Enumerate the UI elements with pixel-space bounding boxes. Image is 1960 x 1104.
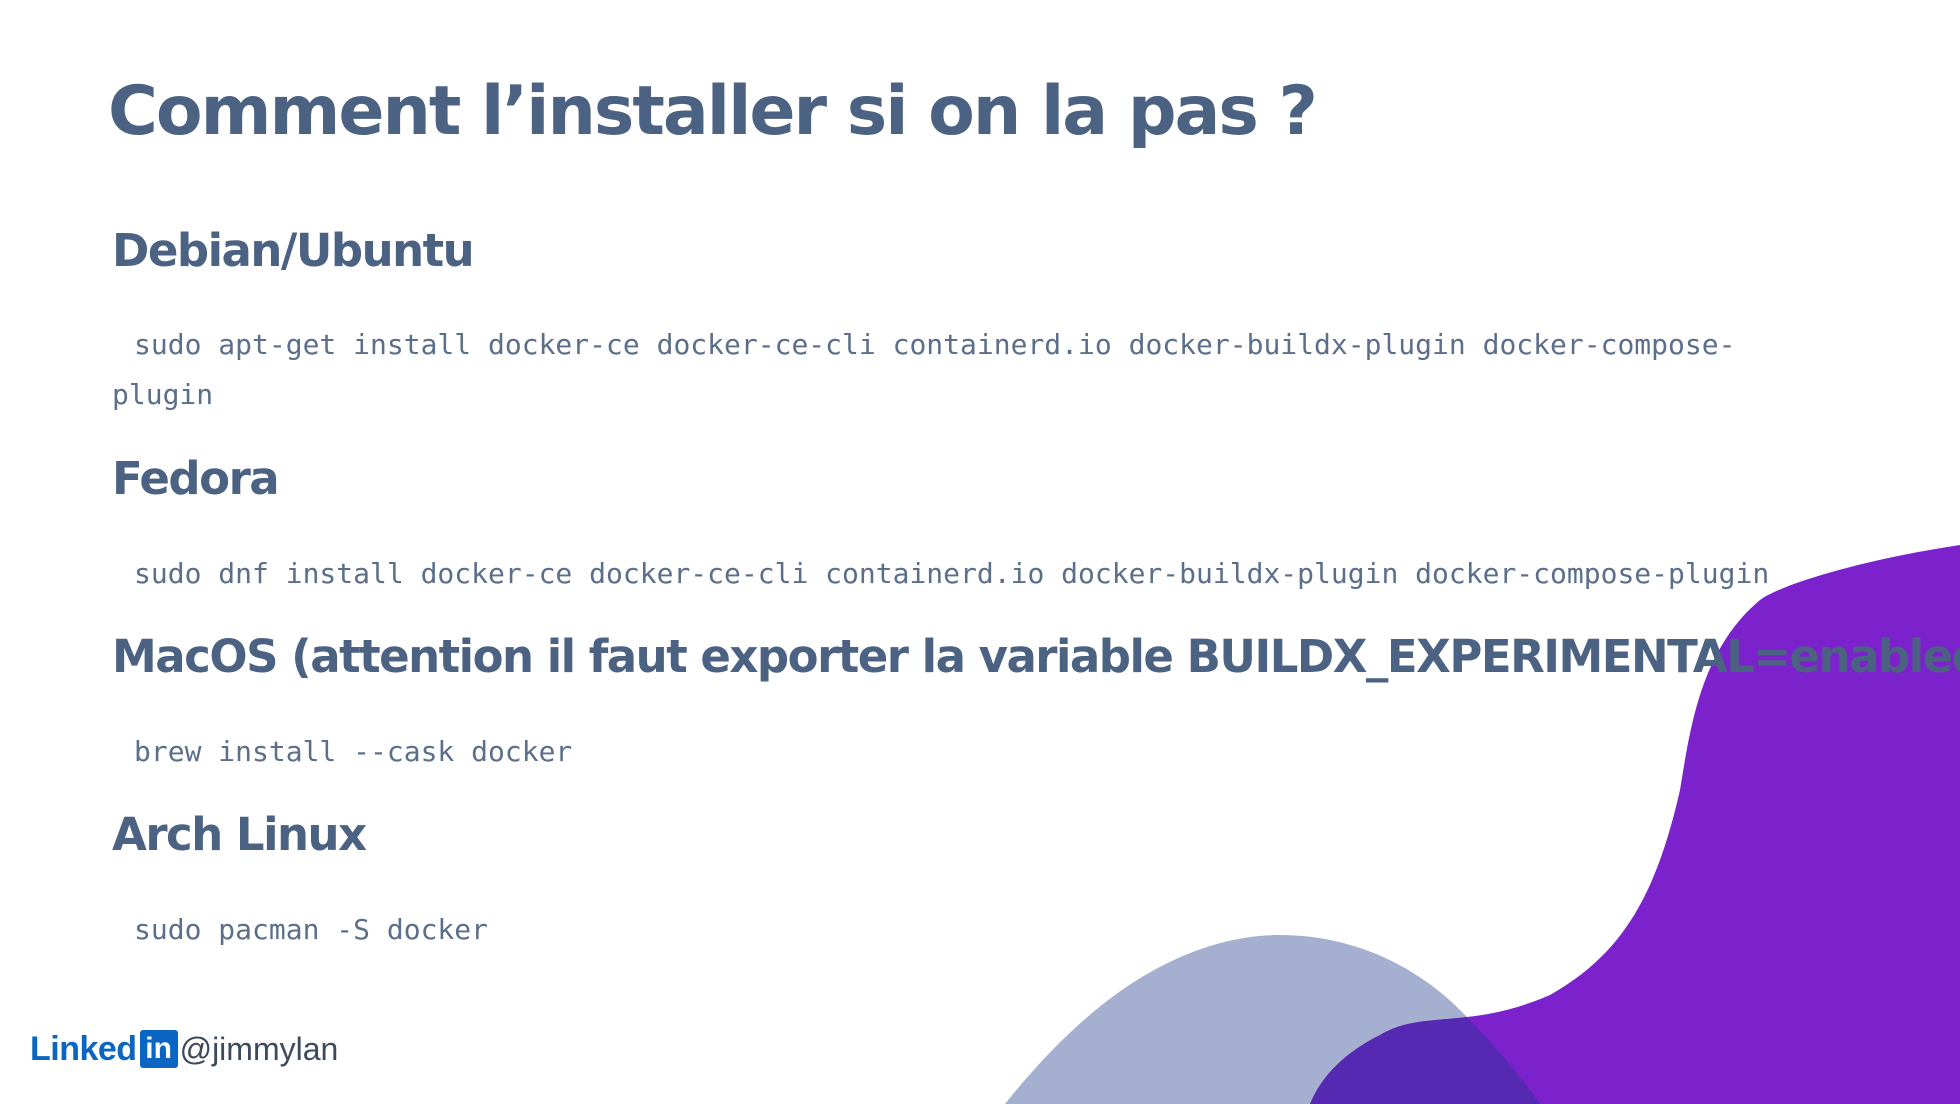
- linkedin-logo-icon: in: [139, 1030, 178, 1068]
- command-arch-linux: sudo pacman -S docker: [134, 913, 489, 946]
- slide-title: Comment l’installer si on la pas ?: [108, 72, 1318, 151]
- section-heading-arch-linux: Arch Linux: [112, 808, 367, 861]
- linkedin-logo-text: Linked: [30, 1029, 137, 1068]
- command-macos: brew install --cask docker: [134, 735, 573, 768]
- author-handle: @jimmylan: [179, 1030, 339, 1067]
- command-fedora: sudo dnf install docker-ce docker-ce-cli…: [134, 557, 1770, 590]
- section-heading-debian-ubuntu: Debian/Ubuntu: [112, 224, 475, 277]
- slide-content: Comment l’installer si on la pas ? Debia…: [0, 0, 1960, 1104]
- section-heading-macos: MacOS (attention il faut exporter la var…: [112, 630, 1960, 683]
- footer-credit: Linked in @jimmylan: [30, 1028, 338, 1070]
- section-heading-fedora: Fedora: [112, 452, 280, 505]
- command-debian-ubuntu: sudo apt-get install docker-ce docker-ce…: [112, 328, 1736, 411]
